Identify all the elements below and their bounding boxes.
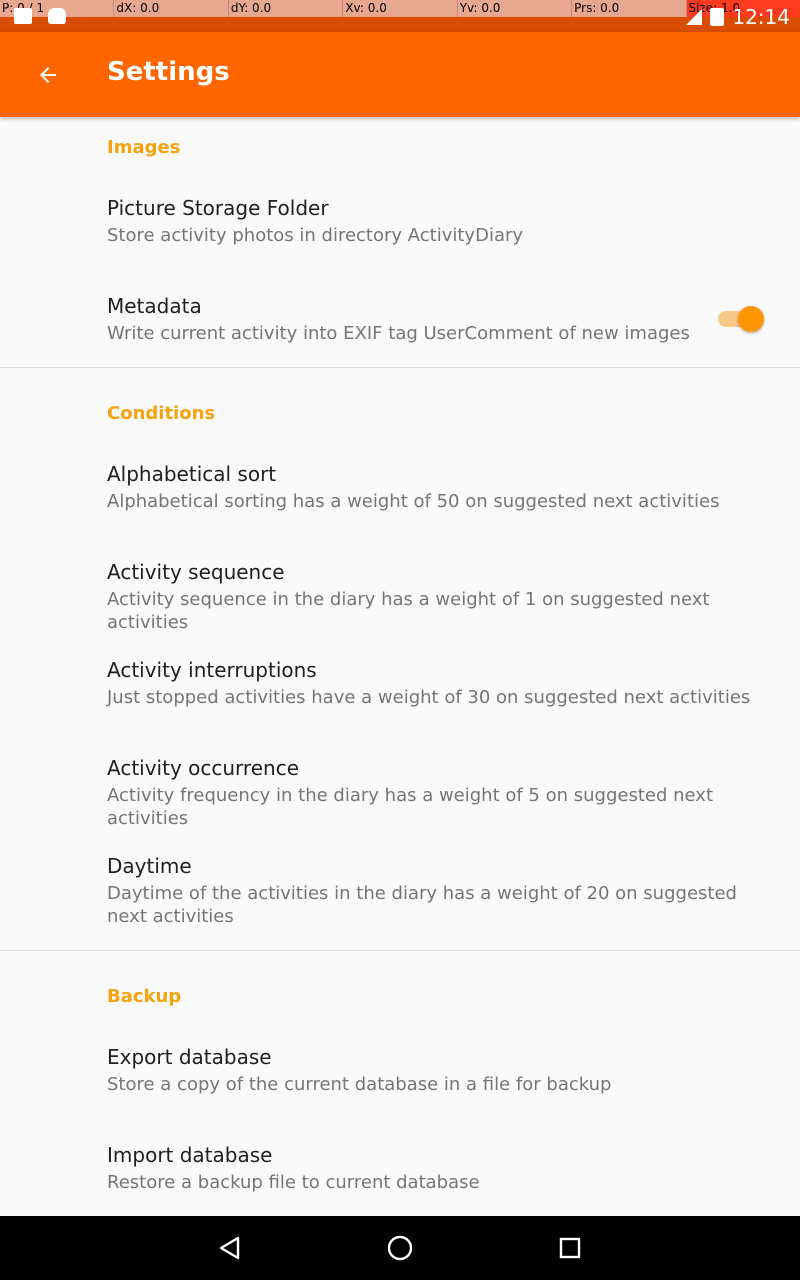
nav-back-icon [219, 1236, 240, 1260]
pref-title: Activity interruptions [107, 658, 317, 682]
status-bar: P: 0 / 1 dX: 0.0 dY: 0.0 Xv: 0.0 Yv: 0.0… [0, 0, 800, 32]
notification-icon [14, 8, 32, 24]
section-divider [0, 367, 800, 368]
battery-icon [710, 8, 725, 26]
pref-summary: Write current activity into EXIF tag Use… [107, 323, 690, 344]
pref-title: Export database [107, 1045, 272, 1069]
pref-summary: Store a copy of the current database in … [107, 1074, 612, 1095]
pref-summary: Alphabetical sorting has a weight of 50 … [107, 491, 720, 512]
pref-title: Daytime [107, 854, 192, 878]
pref-summary: Activity frequency in the diary has a we… [107, 785, 713, 829]
pref-summary: Activity sequence in the diary has a wei… [107, 589, 710, 633]
pref-summary: Daytime of the activities in the diary h… [107, 883, 737, 927]
pointer-xv: Xv: 0.0 [343, 0, 458, 17]
navigation-bar [0, 1216, 800, 1280]
signal-icon [686, 9, 703, 25]
pref-summary: Just stopped activities have a weight of… [107, 687, 751, 708]
section-divider [0, 950, 800, 951]
pref-summary: Store activity photos in directory Activ… [107, 225, 524, 246]
page-title: Settings [107, 57, 230, 87]
metadata-switch[interactable] [716, 306, 766, 332]
category-backup: Backup [107, 986, 182, 1007]
category-conditions: Conditions [107, 403, 216, 424]
pointer-dy: dY: 0.0 [229, 0, 344, 17]
nav-back-button[interactable] [212, 1230, 248, 1266]
pointer-prs: Prs: 0.0 [572, 0, 687, 17]
pref-title: Picture Storage Folder [107, 196, 329, 220]
android-icon [48, 8, 66, 24]
pointer-location-overlay: P: 0 / 1 dX: 0.0 dY: 0.0 Xv: 0.0 Yv: 0.0… [0, 0, 800, 17]
pref-title: Alphabetical sort [107, 462, 277, 486]
pointer-yv: Yv: 0.0 [458, 0, 573, 17]
pref-title: Activity occurrence [107, 756, 299, 780]
app-toolbar: Settings [0, 32, 800, 117]
pref-title: Import database [107, 1143, 273, 1167]
pref-summary: Restore a backup file to current databas… [107, 1172, 480, 1193]
nav-home-button[interactable] [382, 1230, 418, 1266]
switch-thumb [738, 306, 764, 332]
nav-recents-icon [559, 1237, 581, 1259]
pref-title: Activity sequence [107, 560, 285, 584]
clock: 12:14 [732, 5, 790, 29]
nav-home-icon [387, 1235, 413, 1261]
pointer-dx: dX: 0.0 [114, 0, 229, 17]
back-button[interactable] [24, 52, 72, 98]
arrow-back-icon [40, 67, 56, 83]
nav-recents-button[interactable] [552, 1230, 588, 1266]
category-images: Images [107, 137, 181, 158]
pref-title: Metadata [107, 294, 202, 318]
